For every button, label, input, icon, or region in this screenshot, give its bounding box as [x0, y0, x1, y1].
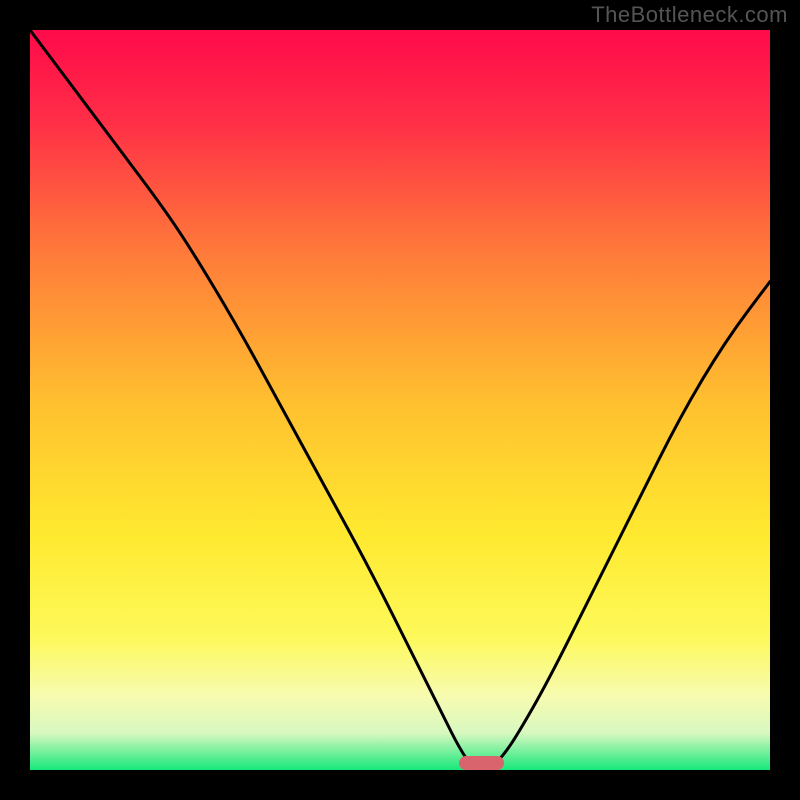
bottleneck-curve — [30, 30, 770, 770]
optimal-range-marker — [459, 756, 503, 770]
watermark-text: TheBottleneck.com — [591, 2, 788, 28]
plot-area — [30, 30, 770, 770]
chart-frame: TheBottleneck.com — [0, 0, 800, 800]
